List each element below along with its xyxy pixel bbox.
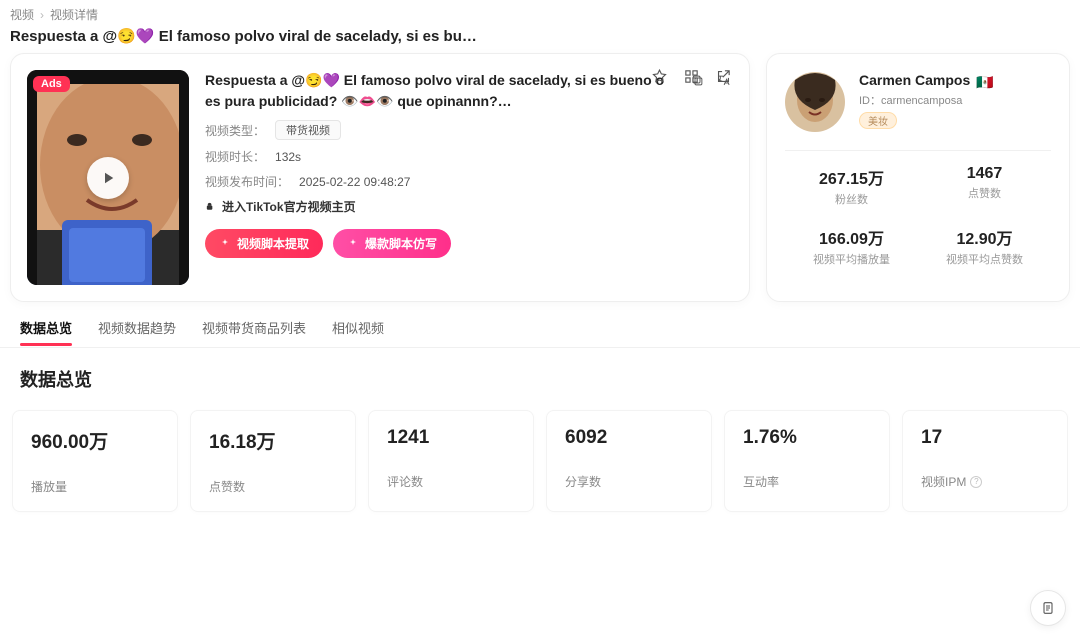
ov-label: 评论数 [387,473,515,490]
open-external-icon[interactable] [715,68,733,86]
ov-value: 17 [921,427,1049,449]
ov-likes: 16.18万 点赞数 [190,410,356,512]
page-title-text: Respuesta a @😏💜 El famoso polvo viral de… [10,27,477,45]
ov-value: 6092 [565,427,693,449]
breadcrumb-level1[interactable]: 视频 [10,6,34,23]
ov-value: 1.76% [743,427,871,449]
breadcrumb: 视频 › 视频详情 [10,6,1070,23]
video-detail-card: Ads Respuesta a @😏💜 El famoso polvo vira… [10,53,750,302]
tiktok-official-link[interactable]: 进入TikTok官方视频主页 [205,198,733,215]
video-duration-value: 132s [275,150,301,164]
video-type-row: 视频类型： 带货视频 [205,120,733,140]
tab-label: 数据总览 [20,321,72,336]
video-publish-label: 视频发布时间： [205,173,289,190]
stat-value: 166.09万 [785,225,918,249]
breadcrumb-level2: 视频详情 [50,6,98,23]
stat-avg-likes: 12.90万 视频平均点赞数 [918,225,1051,267]
extract-script-label: 视频脚本提取 [237,235,309,252]
page-title: Respuesta a @😏💜 El famoso polvo viral de… [10,27,1070,45]
ov-label: 分享数 [565,473,693,490]
stat-followers: 267.15万 粉丝数 [785,165,918,207]
video-duration-label: 视频时长： [205,148,265,165]
ov-shares: 6092 分享数 [546,410,712,512]
author-id-value: carmencamposa [881,95,962,107]
video-type-label: 视频类型： [205,122,265,139]
tab-trend[interactable]: 视频数据趋势 [98,318,176,345]
author-id-label: ID： [859,95,881,107]
stat-avg-views: 166.09万 视频平均播放量 [785,225,918,267]
extract-script-button[interactable]: 视频脚本提取 [205,229,323,258]
stat-label: 视频平均播放量 [785,251,918,267]
info-icon[interactable]: ? [970,476,982,488]
video-publish-row: 视频发布时间： 2025-02-22 09:48:27 [205,173,733,190]
video-title: Respuesta a @😏💜 El famoso polvo viral de… [205,70,673,112]
tab-similar[interactable]: 相似视频 [332,318,384,345]
stat-label: 视频平均点赞数 [918,251,1051,267]
spark-icon [347,238,359,250]
video-duration-row: 视频时长： 132s [205,148,733,165]
ov-value: 960.00万 [31,427,159,454]
stat-value: 12.90万 [918,225,1051,249]
author-card: Carmen Campos 🇲🇽 ID：carmencamposa 美妆 267… [766,53,1070,302]
tabs: 数据总览 视频数据趋势 视频带货商品列表 相似视频 [0,316,1080,348]
imitate-script-label: 爆款脚本仿写 [365,235,437,252]
overview-section: 数据总览 960.00万 播放量 16.18万 点赞数 1241 评论数 609… [0,348,1080,522]
ov-comments: 1241 评论数 [368,410,534,512]
ov-label: 点赞数 [209,478,337,495]
stat-label: 粉丝数 [785,191,918,207]
avatar[interactable] [785,72,845,132]
spark-icon [219,238,231,250]
stat-label: 点赞数 [918,185,1051,201]
floating-doc-button[interactable] [1030,590,1066,626]
tab-label: 相似视频 [332,321,384,336]
tab-overview[interactable]: 数据总览 [20,318,72,345]
ads-badge: Ads [33,76,70,92]
overview-heading: 数据总览 [20,366,1060,392]
breadcrumb-sep: › [40,8,44,22]
imitate-script-button[interactable]: 爆款脚本仿写 [333,229,451,258]
tab-label: 视频带货商品列表 [202,321,306,336]
star-icon[interactable] [651,68,669,86]
author-stats-grid: 267.15万 粉丝数 1467 点赞数 166.09万 视频平均播放量 12.… [785,150,1051,267]
tiktok-official-link-text: 进入TikTok官方视频主页 [222,198,356,215]
ov-label: 播放量 [31,478,159,495]
ov-value: 16.18万 [209,427,337,454]
ov-label: 视频IPM [921,473,966,490]
video-thumbnail[interactable]: Ads [27,70,189,285]
ov-value: 1241 [387,427,515,449]
stat-value: 1467 [918,165,1051,183]
stat-likes: 1467 点赞数 [918,165,1051,207]
ov-views: 960.00万 播放量 [12,410,178,512]
ov-engagement: 1.76% 互动率 [724,410,890,512]
author-name[interactable]: Carmen Campos [859,72,970,88]
video-type-chip: 带货视频 [275,120,341,140]
stat-value: 267.15万 [785,165,918,189]
author-category-tag: 美妆 [859,112,897,129]
play-button[interactable] [87,157,129,199]
video-publish-value: 2025-02-22 09:48:27 [299,175,410,189]
tab-products[interactable]: 视频带货商品列表 [202,318,306,345]
ov-label: 互动率 [743,473,871,490]
tab-label: 视频数据趋势 [98,321,176,336]
grid-icon[interactable] [683,68,701,86]
flag-icon: 🇲🇽 [976,74,994,86]
ov-ipm: 17 视频IPM ? [902,410,1068,512]
